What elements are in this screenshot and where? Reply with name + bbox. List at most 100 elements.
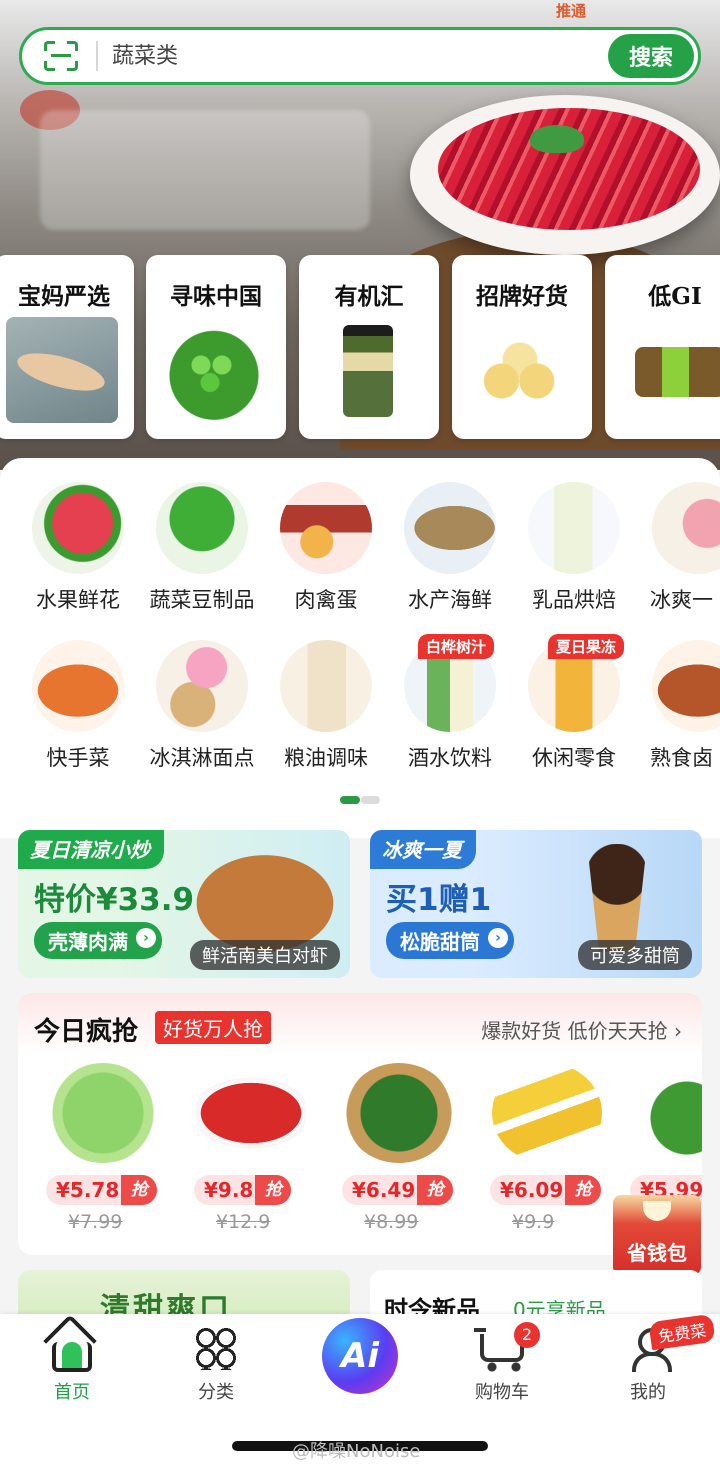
brand-card-signature[interactable]: 招牌好货 — [452, 255, 592, 439]
flash-price[interactable]: ¥5.78 抢 — [46, 1175, 158, 1205]
search-bar[interactable]: 搜索 — [19, 27, 701, 85]
tomato-image — [196, 1063, 306, 1163]
scan-icon[interactable] — [44, 41, 78, 71]
category-page-indicator — [340, 796, 380, 804]
flash-sale-tag: 好货万人抢 — [155, 1011, 271, 1044]
category-label: 冰爽一 — [650, 588, 713, 612]
category-meat-poultry-egg[interactable]: 肉禽蛋 — [264, 482, 388, 622]
brand-card-baoma[interactable]: 宝妈严选 — [0, 255, 134, 439]
promo-offer: 买1赠1 — [386, 882, 492, 918]
category-snacks[interactable]: 夏日果冻 休闲零食 — [512, 634, 636, 780]
brand-image-kiwi — [617, 317, 720, 423]
category-label: 水产海鲜 — [408, 588, 492, 612]
chevron-right-icon: › — [136, 928, 156, 948]
category-deli[interactable]: 熟食卤 — [636, 640, 720, 780]
tab-label: 首页 — [54, 1382, 90, 1403]
category-label: 乳品烘焙 — [532, 588, 616, 612]
hero-blurred-area — [40, 110, 370, 230]
savings-wallet-button[interactable]: 省钱包 — [613, 1195, 701, 1275]
category-quick-meals[interactable]: 快手菜 — [16, 640, 140, 780]
promo-image-shrimp — [190, 844, 340, 952]
category-beverages[interactable]: 白桦树汁 酒水饮料 — [388, 634, 512, 780]
promo-pill-button[interactable]: 松脆甜筒 › — [386, 922, 514, 959]
brand-card-title: 寻味中国 — [170, 283, 262, 310]
watermelon-icon — [32, 482, 124, 574]
flash-item-lettuce[interactable]: ¥5.78 抢 ¥7.99 — [38, 1063, 168, 1243]
category-dairy-bakery[interactable]: 乳品烘焙 — [512, 482, 636, 622]
flash-price[interactable]: ¥6.09 抢 — [490, 1175, 602, 1205]
brand-card-organic[interactable]: 有机汇 — [299, 255, 439, 439]
flash-sale-more-link[interactable]: 爆款好货 低价天天抢 › — [481, 1015, 682, 1044]
promo-caption: 可爱多甜筒 — [578, 940, 692, 970]
flash-sale-title: 今日疯抢 — [34, 1017, 139, 1047]
corn-image — [492, 1063, 602, 1163]
category-grain-oil[interactable]: 粮油调味 — [264, 640, 388, 780]
grid-icon — [196, 1328, 236, 1370]
category-label: 蔬菜豆制品 — [149, 588, 255, 612]
meat-egg-icon — [280, 482, 372, 574]
herb-image — [632, 1063, 702, 1163]
tab-me[interactable]: 免费菜 我的 — [588, 1313, 716, 1414]
category-tag: 夏日果冻 — [548, 634, 625, 659]
icecream-icon — [156, 640, 248, 732]
top-edge-text: 推通 — [556, 2, 587, 20]
grab-label: 抢 — [121, 1175, 158, 1205]
search-divider — [96, 41, 98, 71]
flash-item-okra[interactable]: ¥6.49 抢 ¥8.99 — [334, 1063, 464, 1243]
flash-item-tomato[interactable]: ¥9.8 抢 ¥12.9 — [186, 1063, 316, 1243]
indicator-inactive — [361, 796, 380, 804]
category-label: 快手菜 — [46, 746, 110, 770]
flash-price-value: ¥6.49 — [352, 1178, 416, 1202]
category-label: 熟食卤 — [650, 746, 713, 770]
watermark: @降噪NoNoise — [292, 1441, 421, 1462]
category-seafood[interactable]: 水产海鲜 — [388, 482, 512, 622]
brand-card-title: 宝妈严选 — [18, 283, 110, 310]
brand-card-title: 有机汇 — [334, 283, 404, 310]
tab-label: 购物车 — [475, 1382, 529, 1403]
category-label: 酒水饮料 — [408, 746, 492, 770]
brand-card-lowgi[interactable]: 低GI — [605, 255, 720, 439]
tab-home[interactable]: 首页 — [12, 1314, 132, 1414]
category-cold-drinks[interactable]: 冰爽一 — [636, 482, 720, 622]
category-vegetables-tofu[interactable]: 蔬菜豆制品 — [140, 482, 264, 622]
deli-icon — [652, 640, 720, 732]
cart-badge: 2 — [514, 1322, 540, 1348]
hero-herb-garnish — [530, 125, 584, 153]
flash-price[interactable]: ¥6.49 抢 — [342, 1175, 454, 1205]
brand-carousel[interactable]: 宝妈严选 寻味中国 有机汇 招牌好货 低GI — [0, 255, 720, 440]
free-veg-badge: 免费菜 — [648, 1313, 716, 1351]
category-fruit-flowers[interactable]: 水果鲜花 — [16, 482, 140, 622]
promo-card-shrimp[interactable]: 夏日清凉小炒 特价¥33.9 壳薄肉满 › 鲜活南美白对虾 — [18, 830, 350, 978]
flash-item-corn[interactable]: ¥6.09 抢 ¥9.9 — [482, 1063, 612, 1243]
category-panel: 水果鲜花 蔬菜豆制品 肉禽蛋 水产海鲜 乳品烘焙 冰爽一 快手菜 冰淇淋面点 粮… — [0, 458, 720, 838]
quick-dish-icon — [32, 640, 124, 732]
promo-title: 夏日清凉小炒 — [18, 830, 164, 869]
tab-category[interactable]: 分类 — [156, 1314, 276, 1414]
search-button[interactable]: 搜索 — [608, 34, 694, 78]
brand-image-jar — [311, 317, 423, 423]
flash-sale-section: 今日疯抢 好货万人抢 爆款好货 低价天天抢 › ¥5.78 抢 ¥7.99 ¥9.… — [18, 993, 702, 1255]
promo-pill-button[interactable]: 壳薄肉满 › — [34, 922, 162, 959]
chevron-right-icon: › — [488, 928, 508, 948]
category-label: 水果鲜花 — [36, 588, 120, 612]
promo-pill-label: 壳薄肉满 — [48, 930, 128, 954]
grab-label: 抢 — [417, 1175, 454, 1205]
flash-old-price: ¥9.9 — [512, 1211, 555, 1233]
milk-icon — [528, 482, 620, 574]
wallet-label: 省钱包 — [627, 1241, 687, 1265]
heart-icon — [643, 1201, 671, 1221]
ai-assistant-button[interactable]: Ai — [322, 1318, 398, 1394]
tab-cart[interactable]: 2 购物车 — [442, 1314, 562, 1414]
flash-price-value: ¥9.8 — [204, 1178, 254, 1202]
search-input[interactable] — [112, 43, 582, 69]
flash-price-value: ¥5.78 — [56, 1178, 120, 1202]
promo-card-icecream[interactable]: 冰爽一夏 买1赠1 松脆甜筒 › 可爱多甜筒 — [370, 830, 702, 978]
flash-price[interactable]: ¥9.8 抢 — [194, 1175, 292, 1205]
brand-card-xunwei[interactable]: 寻味中国 — [146, 255, 286, 439]
tab-label: 分类 — [198, 1382, 234, 1403]
category-label: 肉禽蛋 — [294, 588, 358, 612]
category-label: 冰淇淋面点 — [149, 746, 255, 770]
app-screen: 推通 搜索 宝妈严选 寻味中国 有机汇 招牌好货 低GI — [0, 0, 720, 1466]
category-icecream-pastry[interactable]: 冰淇淋面点 — [140, 640, 264, 780]
promo-pill-label: 松脆甜筒 — [400, 930, 480, 954]
